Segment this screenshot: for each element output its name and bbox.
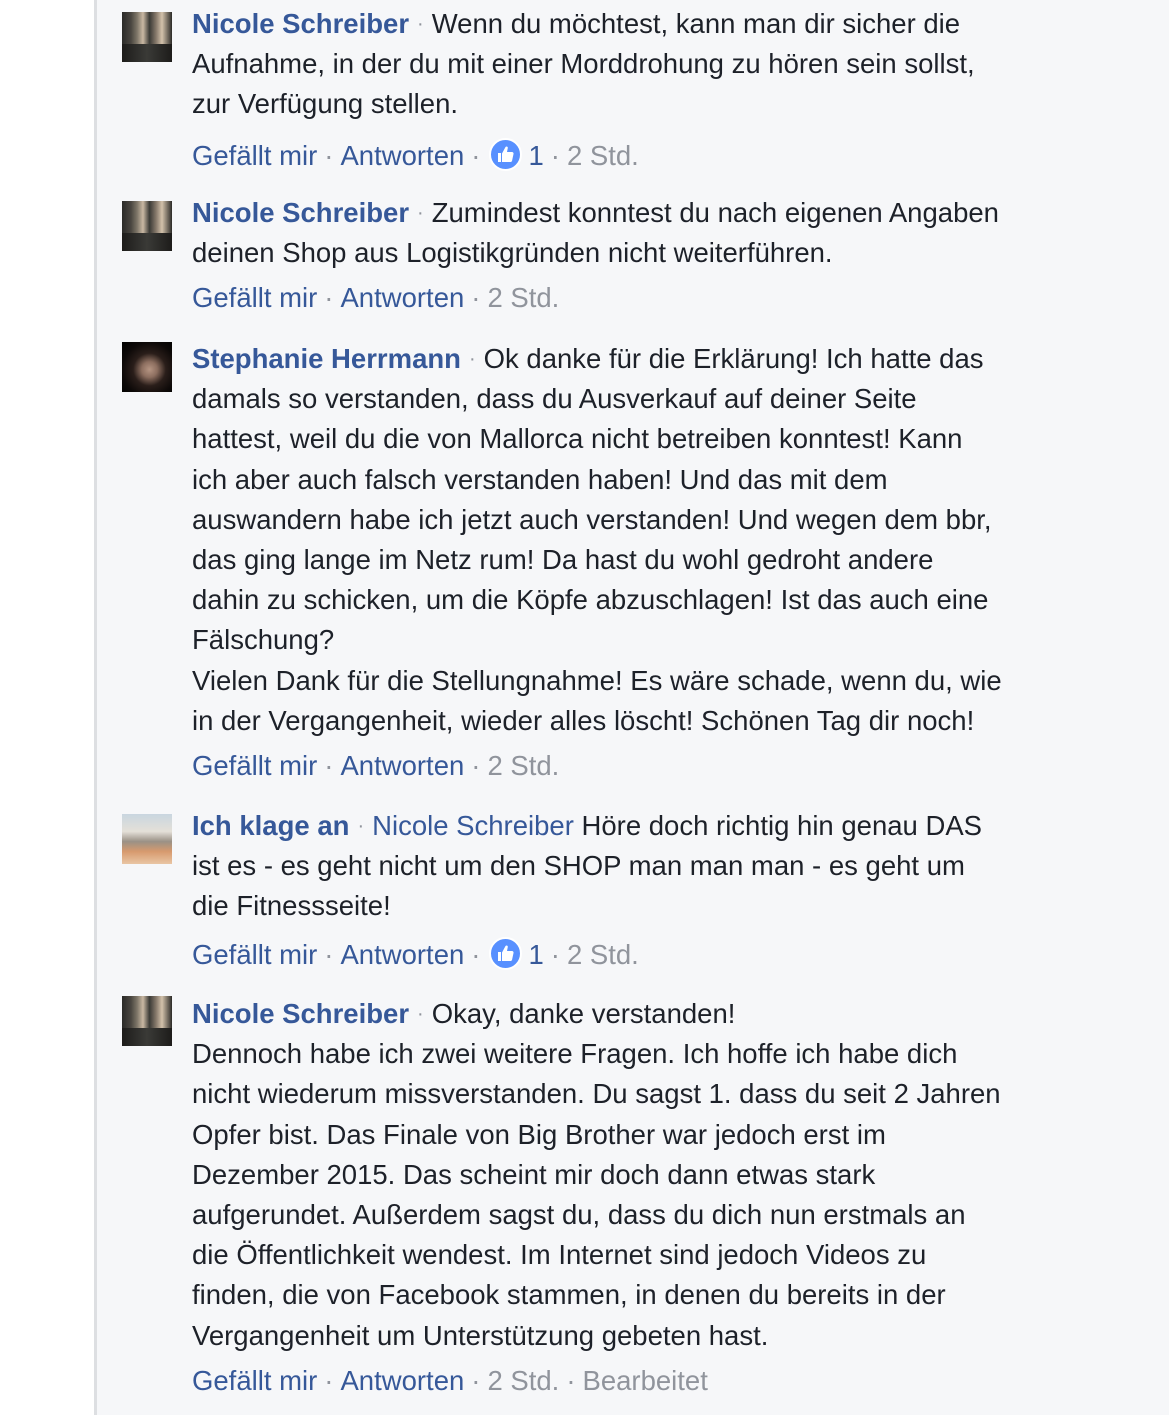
separator-dot: · (471, 750, 481, 781)
separator-dot: · (468, 348, 476, 370)
separator-dot: · (357, 815, 365, 837)
separator-dot: · (471, 140, 481, 171)
comment-text-line: aufgerundet. Außerdem sagst du, dass du … (192, 1199, 966, 1231)
left-rail (0, 0, 97, 1415)
avatar[interactable] (122, 342, 172, 392)
comment-text-line: zur Verfügung stellen. (192, 88, 459, 120)
comment-author[interactable]: Ich klage an (192, 810, 349, 841)
reply-link[interactable]: Antworten (340, 750, 464, 781)
separator-dot: · (324, 750, 334, 781)
comment-text-line: Opfer bist. Das Finale von Big Brother w… (192, 1118, 886, 1150)
comment-body: Nicole Schreiber · Okay, danke verstanden!… (192, 994, 1092, 1356)
separator-dot: · (471, 939, 481, 970)
mention-link[interactable]: Nicole Schreiber (372, 810, 574, 841)
reply-link[interactable]: Antworten (340, 1365, 464, 1396)
comment-text-line: nicht wiederum missverstanden. Du sagst … (192, 1078, 1001, 1110)
comment-body: Stephanie Herrmann · Ok danke für die Erkl… (192, 339, 1092, 741)
separator-dot: · (324, 282, 334, 313)
avatar[interactable] (122, 201, 172, 251)
separator-dot: · (417, 1003, 424, 1025)
comment-author[interactable]: Stephanie Herrmann (192, 343, 461, 374)
comment-text-line: dahin zu schicken, um die Köpfe abzuschl… (192, 584, 989, 616)
thumbs-up-icon[interactable] (489, 138, 523, 171)
separator-dot: · (550, 140, 560, 171)
comment-author[interactable]: Nicole Schreiber (192, 8, 409, 39)
timestamp[interactable]: 2 Std. (567, 140, 639, 171)
separator-dot: · (417, 13, 424, 35)
like-link[interactable]: Gefällt mir (192, 1365, 317, 1396)
reply-link[interactable]: Antworten (340, 282, 464, 313)
comment-body: Nicole Schreiber · Wenn du möchtest, kann … (192, 4, 1092, 125)
comment-text-line: ich aber auch falsch verstanden haben! U… (192, 463, 888, 495)
comment-text-line: das ging lange im Netz rum! Da hast du w… (192, 544, 934, 576)
comment-text-line: die Öffentlichkeit wendest. Im Internet … (192, 1239, 927, 1271)
comment-text-line: auswandern habe ich jetzt auch verstande… (192, 503, 992, 535)
separator-dot: · (417, 202, 424, 224)
separator-dot: · (324, 939, 334, 970)
comment-actions: Gefällt mir · Antworten · 2 Std. (192, 750, 1092, 782)
comment-text-line: Aufnahme, in der du mit einer Morddrohun… (192, 48, 975, 80)
avatar[interactable] (122, 996, 172, 1046)
comment-author[interactable]: Nicole Schreiber (192, 197, 409, 228)
comment-actions: Gefällt mir · Antworten · 2 Std. · Bearbeitet (192, 1365, 1092, 1397)
comment-text-line: Höre doch richtig hin genau DAS (581, 810, 983, 841)
comment-text-line: Dezember 2015. Das scheint mir doch dann… (192, 1158, 876, 1190)
separator-dot: · (471, 282, 481, 313)
like-link[interactable]: Gefällt mir (192, 282, 317, 313)
comment-text-line: Fälschung? (192, 624, 335, 656)
comment-actions: Gefällt mir · Antworten · 1 · 2 Std. (192, 138, 1092, 172)
comment-text-line: Okay, danke verstanden! (431, 998, 736, 1029)
comment-text-line: deinen Shop aus Logistikgründen nicht we… (192, 237, 833, 269)
comment-text-line: ist es - es geht nicht um den SHOP man m… (192, 850, 965, 882)
comment-text-line: die Fitnessseite! (192, 890, 391, 922)
like-link[interactable]: Gefällt mir (192, 140, 317, 171)
reply-link[interactable]: Antworten (340, 140, 464, 171)
comment-actions: Gefällt mir · Antworten · 2 Std. (192, 282, 1092, 314)
timestamp[interactable]: 2 Std. (487, 1365, 559, 1396)
comment-body: Ich klage an · Nicole Schreiber Höre doch … (192, 806, 1092, 927)
comment-text-line: Vergangenheit um Unterstützung gebeten h… (192, 1319, 769, 1351)
comment-text-line: damals so verstanden, dass du Ausverkauf… (192, 383, 917, 415)
avatar[interactable] (122, 814, 172, 864)
comment-text-line: in der Vergangenheit, wieder alles lösch… (192, 704, 975, 736)
comment-body: Nicole Schreiber · Zumindest konntest du n… (192, 193, 1092, 273)
reaction-count[interactable]: 1 (528, 140, 543, 171)
comment-text-line: finden, die von Facebook stammen, in den… (192, 1279, 946, 1311)
thumbs-up-icon[interactable] (489, 937, 523, 970)
separator-dot: · (471, 1365, 481, 1396)
timestamp[interactable]: 2 Std. (567, 939, 639, 970)
timestamp[interactable]: 2 Std. (487, 750, 559, 781)
separator-dot: · (324, 1365, 334, 1396)
separator-dot: · (324, 140, 334, 171)
timestamp[interactable]: 2 Std. (487, 282, 559, 313)
comment-text-line: hattest, weil du die von Mallorca nicht … (192, 423, 963, 455)
comment-text-line: Ok danke für die Erklärung! Ich hatte da… (483, 343, 984, 374)
edited-label[interactable]: Bearbeitet (583, 1365, 708, 1396)
comment-text-line: Wenn du möchtest, kann man dir sicher di… (431, 8, 961, 39)
comment-text-line: Dennoch habe ich zwei weitere Fragen. Ic… (192, 1038, 958, 1070)
like-link[interactable]: Gefällt mir (192, 939, 317, 970)
reply-link[interactable]: Antworten (340, 939, 464, 970)
avatar[interactable] (122, 12, 172, 62)
comment-text-line: Zumindest konntest du nach eigenen Angab… (431, 197, 999, 228)
like-link[interactable]: Gefällt mir (192, 750, 317, 781)
comment-actions: Gefällt mir · Antworten · 1 · 2 Std. (192, 937, 1092, 971)
reaction-count[interactable]: 1 (528, 939, 543, 970)
comment-text-line: Vielen Dank für die Stellungnahme! Es wä… (192, 664, 1002, 696)
separator-dot: · (550, 939, 560, 970)
comment-author[interactable]: Nicole Schreiber (192, 998, 409, 1029)
separator-dot: · (566, 1365, 576, 1396)
